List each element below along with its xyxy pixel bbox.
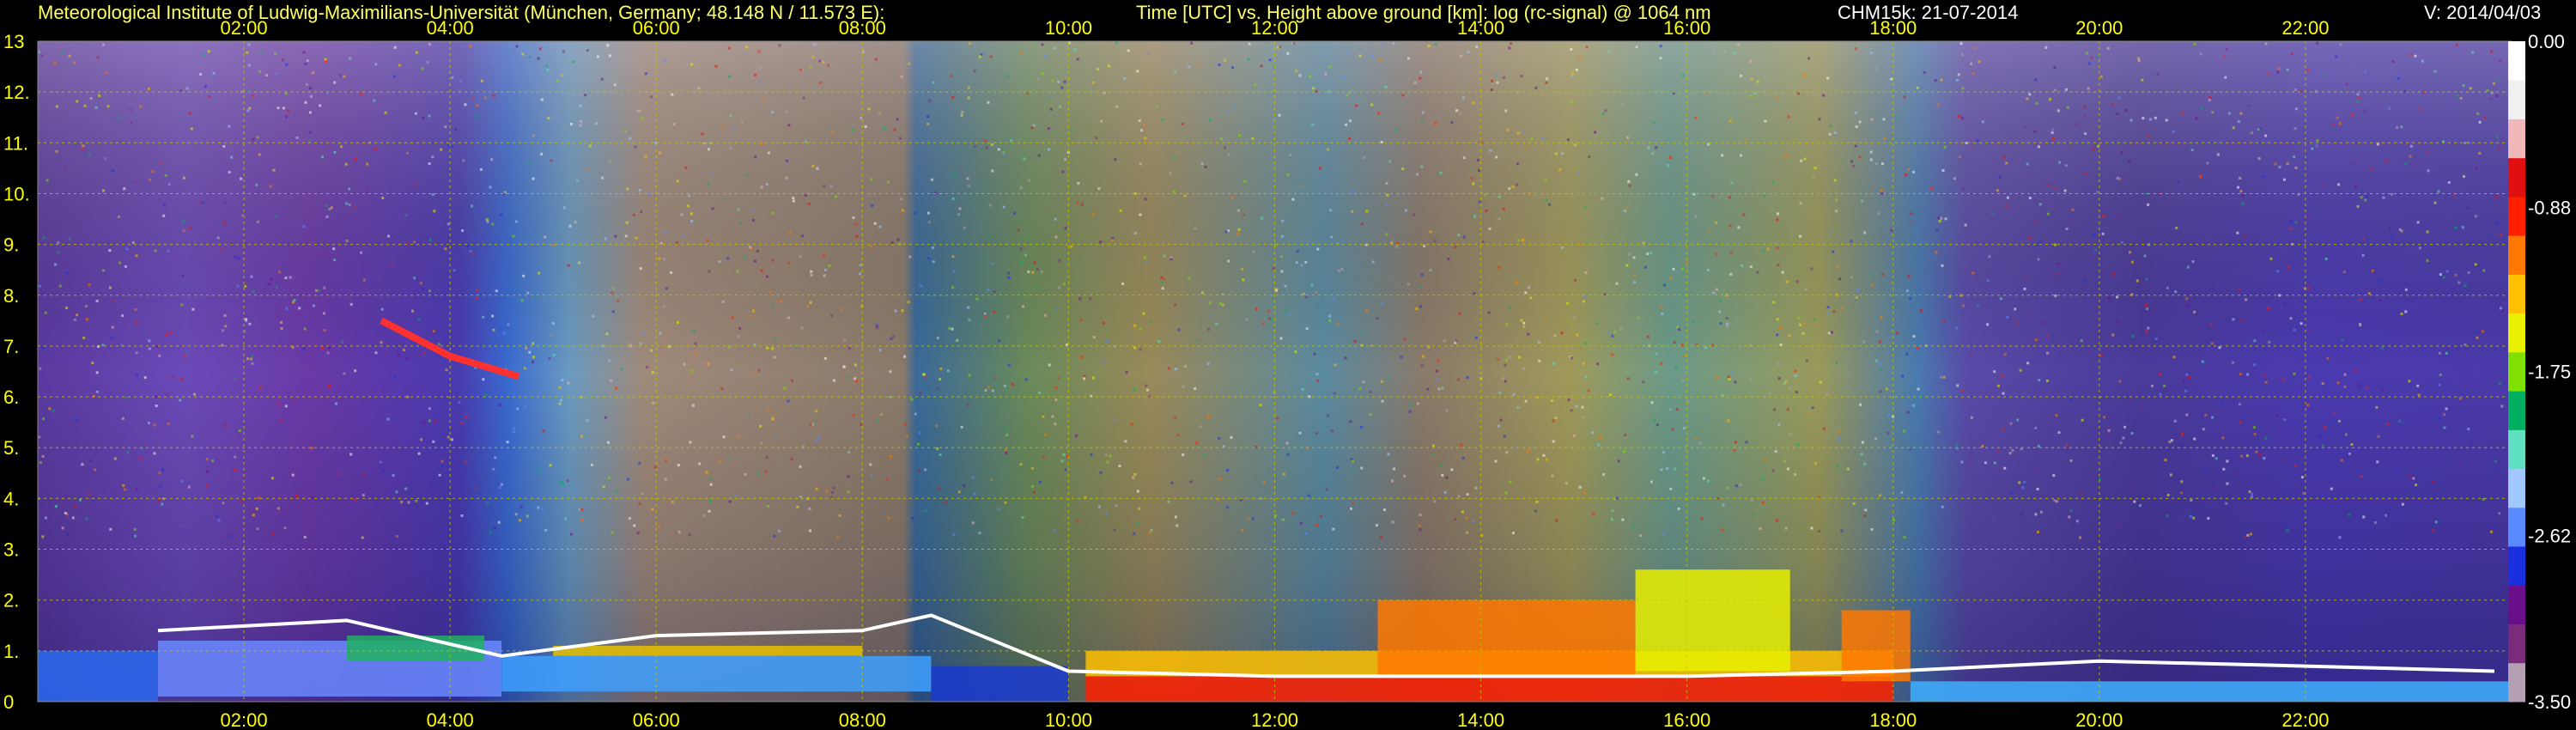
colorbar-segment [2508,351,2525,392]
x-tick-label-bottom: 12:00 [1251,709,1298,730]
x-tick-label-bottom: 10:00 [1045,709,1092,730]
y-tick-label: 3. [3,539,19,561]
x-tick-label-bottom: 06:00 [633,709,680,730]
colorbar-tick-label: -2.62 [2528,526,2571,547]
x-tick-label-bottom: 22:00 [2281,709,2329,730]
colorbar-segment [2508,80,2525,119]
colorbar-segment [2508,585,2525,624]
ceilometer-chart: 02:0002:0004:0004:0006:0006:0008:0008:00… [0,0,2576,730]
colorbar-segment [2508,41,2525,81]
y-tick-label: 12. [3,82,30,103]
y-tick-label: 13 [3,31,24,52]
x-tick-label-bottom: 02:00 [221,709,268,730]
y-tick-label: 10. [3,184,30,205]
y-tick-label: 2. [3,590,19,611]
y-tick-label: 5. [3,437,19,459]
y-tick-label: 0 [3,691,14,713]
y-tick-label: 8. [3,285,19,307]
x-tick-label-bottom: 14:00 [1457,709,1504,730]
colorbar-tick-label: -0.88 [2528,197,2571,218]
colorbar-segment [2508,546,2525,586]
x-tick-label-top: 20:00 [2075,17,2123,39]
colorbar-segment [2508,274,2525,314]
y-tick-label: 7. [3,336,19,357]
colorbar-tick-label: -1.75 [2528,362,2571,383]
colorbar-segment [2508,429,2525,470]
colorbar-segment [2508,624,2525,664]
x-tick-label-bottom: 04:00 [427,709,474,730]
x-tick-label-bottom: 16:00 [1663,709,1710,730]
colorbar-segment [2508,391,2525,430]
x-tick-label-bottom: 08:00 [839,709,886,730]
colorbar-segment [2508,662,2525,703]
y-tick-label: 6. [3,386,19,408]
header-version: V: 2014/04/03 [2424,2,2541,23]
colorbar-tick-label: -3.50 [2528,691,2571,713]
y-tick-label: 9. [3,234,19,256]
y-tick-label: 1. [3,641,19,662]
header-description: Time [UTC] vs. Height above ground [km]:… [1136,2,1711,23]
header-instrument-date: CHM15k: 21-07-2014 [1838,2,2018,23]
y-tick-label: 4. [3,488,19,509]
y-tick-label: 11. [3,132,28,154]
colorbar-segment [2508,468,2525,508]
colorbar-segment [2508,196,2525,236]
colorbar-segment [2508,507,2525,547]
x-tick-label-top: 22:00 [2281,17,2329,39]
colorbar-segment [2508,119,2525,159]
header-institute: Meteorological Institute of Ludwig-Maxim… [38,2,884,23]
colorbar-segment [2508,157,2525,198]
plot-area [38,41,2514,702]
x-tick-label-top: 10:00 [1045,17,1092,39]
x-tick-label-bottom: 18:00 [1869,709,1917,730]
colorbar-segment [2508,313,2525,353]
colorbar-tick-label: 0.00 [2528,31,2565,52]
x-tick-label-bottom: 20:00 [2075,709,2123,730]
colorbar-segment [2508,235,2525,275]
